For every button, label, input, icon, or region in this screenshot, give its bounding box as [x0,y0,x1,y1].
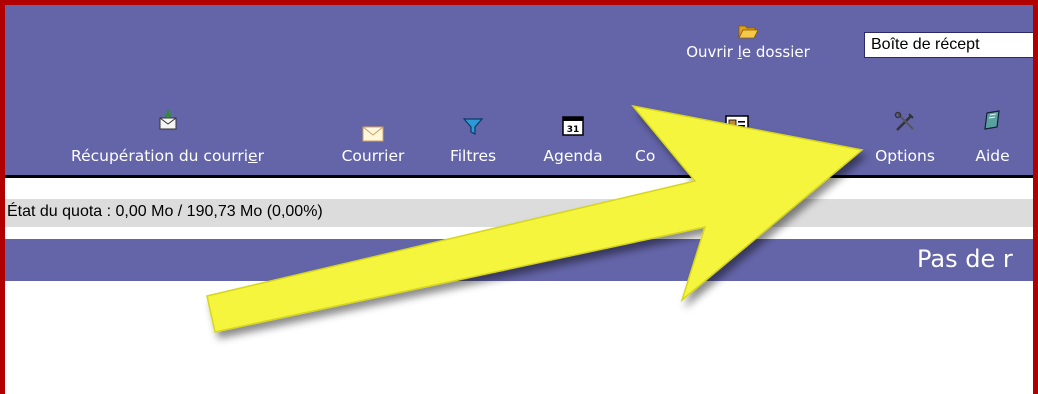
screenshot-frame: Ouvrir le dossier Boîte de récept Récupé… [0,0,1038,394]
arrow-annotation [206,104,864,333]
arrow-shape [206,104,864,333]
